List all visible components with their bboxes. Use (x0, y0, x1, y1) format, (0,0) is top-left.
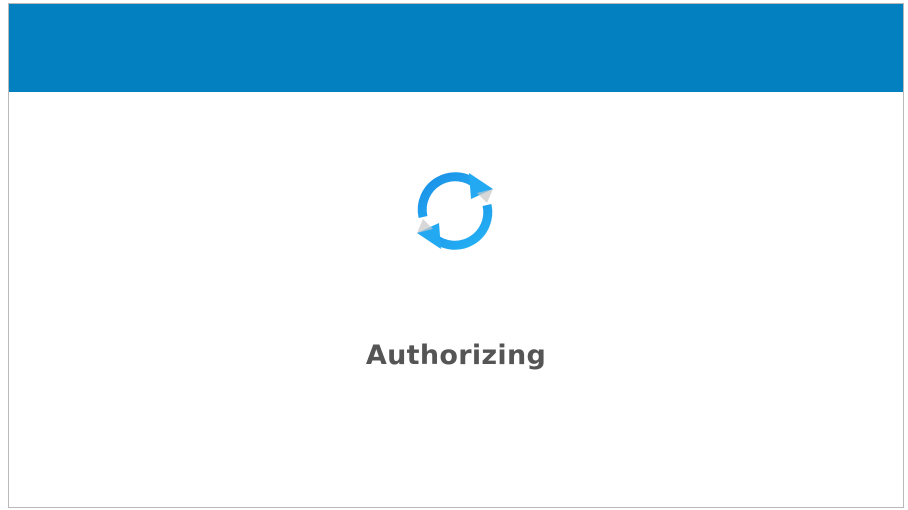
refresh-icon (407, 163, 503, 259)
dialog-content: Authorizing (9, 92, 903, 507)
authorizing-dialog: Authorizing (8, 3, 904, 508)
dialog-header-bar (9, 4, 903, 92)
status-text: Authorizing (365, 340, 547, 371)
